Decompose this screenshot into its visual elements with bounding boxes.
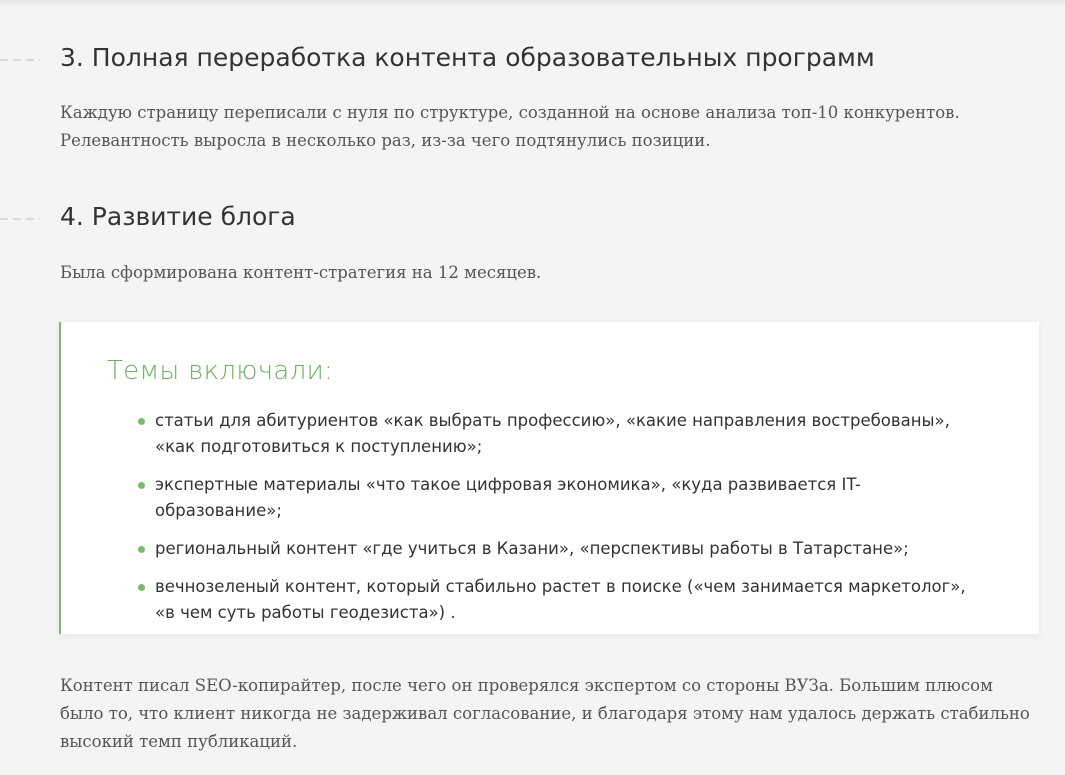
list-item: региональный контент «где учиться в Каза…: [107, 536, 987, 562]
topics-card: Темы включали: статьи для абитуриентов «…: [59, 322, 1039, 634]
list-item: вечнозеленый контент, который стабильно …: [107, 574, 987, 626]
bullet-dot-icon: [138, 584, 145, 591]
list-item-text: вечнозеленый контент, который стабильно …: [155, 577, 966, 622]
list-item-text: экспертные материалы «что такое цифровая…: [155, 475, 861, 520]
list-item: экспертные материалы «что такое цифровая…: [107, 472, 987, 524]
section-marker-dash: [0, 59, 40, 61]
list-item: статьи для абитуриентов «как выбрать про…: [107, 408, 987, 460]
bullet-dot-icon: [138, 546, 145, 553]
top-divider-shadow: [0, 0, 1065, 6]
closing-paragraph: Контент писал SEO-копирайтер, после чего…: [60, 676, 1030, 751]
topics-card-title: Темы включали:: [107, 356, 334, 386]
section-heading-3: 3. Полная переработка контента образоват…: [60, 43, 875, 72]
list-item-text: статьи для абитуриентов «как выбрать про…: [155, 411, 950, 456]
section-text-3: Каждую страницу переписали с нуля по стр…: [60, 103, 960, 150]
bullet-dot-icon: [138, 482, 145, 489]
topics-list: статьи для абитуриентов «как выбрать про…: [107, 408, 987, 638]
list-item-text: региональный контент «где учиться в Каза…: [155, 539, 909, 558]
section-marker-dash: [0, 218, 40, 220]
section-text-4: Была сформирована контент-стратегия на 1…: [60, 263, 542, 282]
bullet-dot-icon: [138, 418, 145, 425]
section-heading-4: 4. Развитие блога: [60, 202, 296, 231]
